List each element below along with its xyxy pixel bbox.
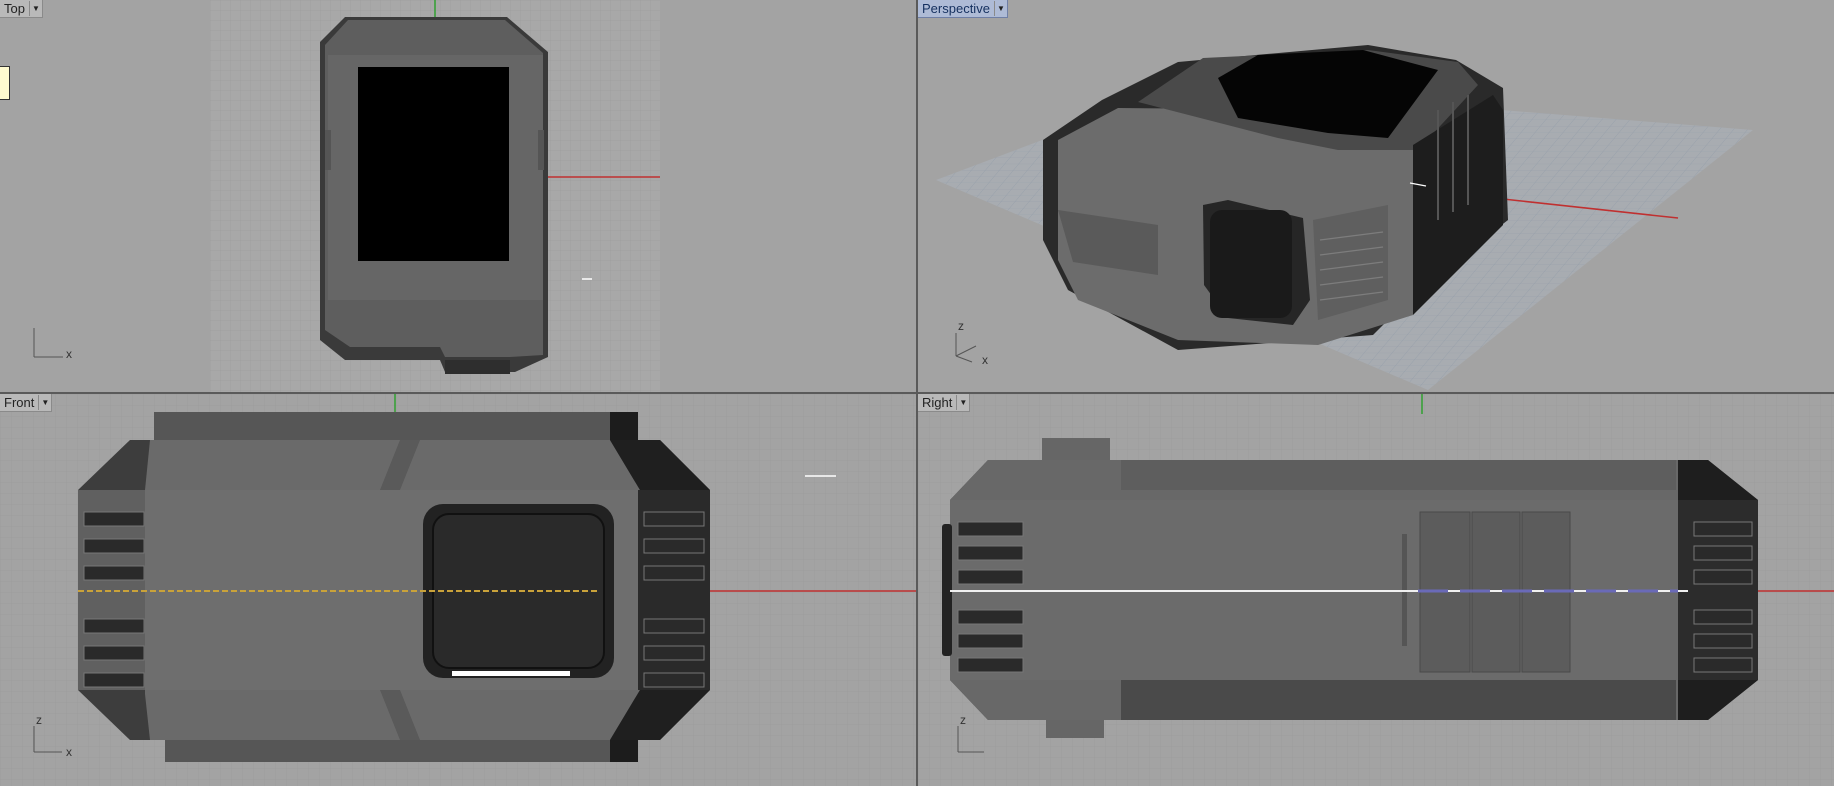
dropdown-arrow-icon[interactable]: ▼ (956, 395, 969, 410)
viewport-title-text: Right (922, 395, 953, 410)
axis-x-label: x (982, 353, 988, 367)
dropdown-arrow-icon[interactable]: ▼ (38, 395, 51, 410)
top-viewport-canvas[interactable]: x (0, 0, 916, 392)
perspective-viewport-canvas[interactable]: z x (918, 0, 1834, 392)
axis-x-label: x (66, 745, 72, 759)
viewport-layout: x Top ▼ z x Perspective ▼ z x Front ▼ z … (0, 0, 1834, 786)
dropdown-arrow-icon[interactable]: ▼ (993, 1, 1007, 16)
axis-z-label: z (36, 713, 42, 727)
viewport-title-right[interactable]: Right ▼ (918, 394, 971, 412)
axis-widget: x (33, 328, 72, 361)
viewport-title-top[interactable]: Top ▼ (0, 0, 43, 18)
camera-module (1210, 210, 1292, 318)
front-viewport-canvas[interactable]: z x (0, 394, 916, 786)
screen-top (358, 67, 509, 261)
front-viewport[interactable]: z x Front ▼ (0, 394, 916, 786)
axis-widget: z x (955, 319, 988, 367)
osnap-indicator-icon (0, 66, 10, 100)
axis-z-label: z (958, 319, 964, 333)
device-model-front[interactable] (78, 412, 710, 762)
viewport-title-text: Front (4, 395, 35, 410)
axis-x-label: x (66, 347, 72, 361)
viewport-title-front[interactable]: Front ▼ (0, 394, 53, 412)
perspective-viewport[interactable]: z x Perspective ▼ (918, 0, 1834, 392)
axis-z-label: z (960, 713, 966, 727)
right-viewport[interactable]: z Right ▼ (918, 394, 1834, 786)
viewport-title-text: Perspective (922, 1, 990, 16)
device-model-right[interactable] (942, 438, 1758, 738)
top-viewport[interactable]: x Top ▼ (0, 0, 916, 392)
dropdown-arrow-icon[interactable]: ▼ (28, 1, 42, 16)
device-model-top[interactable] (320, 17, 548, 374)
viewport-title-perspective[interactable]: Perspective ▼ (918, 0, 1008, 18)
viewport-title-text: Top (4, 1, 25, 16)
right-viewport-canvas[interactable]: z (918, 394, 1834, 786)
